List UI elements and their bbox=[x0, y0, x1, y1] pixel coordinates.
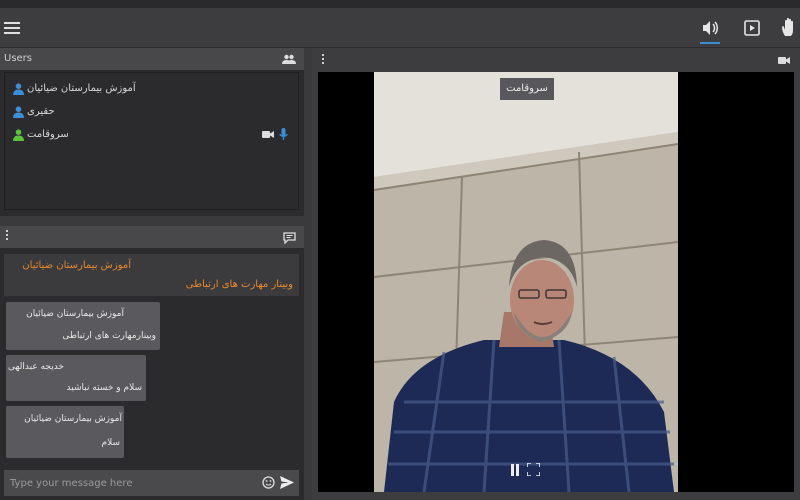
user-row[interactable]: آموزش بیمارستان ضیائیان bbox=[5, 79, 298, 99]
play-media-icon[interactable] bbox=[740, 16, 764, 40]
fullscreen-icon[interactable] bbox=[527, 463, 540, 476]
message-text: سلام و خسته نباشید bbox=[66, 383, 143, 393]
camera-icon[interactable] bbox=[262, 130, 274, 139]
video-panel: سروقامت bbox=[312, 48, 800, 500]
video-options-icon[interactable] bbox=[322, 54, 325, 66]
video-panel-header bbox=[312, 48, 800, 70]
users-panel-header: Users bbox=[0, 48, 304, 70]
chat-session-header: آموزش بیمارستان ضیائیان وبینار مهارت های… bbox=[4, 254, 299, 296]
message-text: سلام bbox=[101, 438, 120, 448]
presenter-video-frame bbox=[374, 72, 678, 492]
chat-header-line2: وبینار مهارت های ارتباطی bbox=[185, 279, 293, 290]
chat-panel: آموزش بیمارستان ضیائیان وبینار مهارت های… bbox=[0, 226, 304, 500]
chat-message: آموزش بیمارستان ضیائیان وبینارمهارت های … bbox=[6, 302, 160, 350]
users-list: آموزش بیمارستان ضیائیان حقیری سروقامت bbox=[4, 72, 299, 210]
video-stage: سروقامت bbox=[318, 72, 794, 492]
chat-icon[interactable] bbox=[283, 232, 296, 244]
message-sender: آموزش بیمارستان ضیائیان bbox=[24, 414, 122, 424]
users-panel-title: Users bbox=[4, 53, 33, 64]
pause-icon[interactable] bbox=[510, 464, 520, 476]
users-group-icon[interactable] bbox=[282, 54, 296, 64]
user-name: آموزش بیمارستان ضیائیان bbox=[27, 83, 136, 94]
user-icon bbox=[13, 83, 24, 95]
presenter-video[interactable]: سروقامت bbox=[374, 72, 678, 492]
microphone-icon[interactable] bbox=[279, 128, 288, 141]
user-icon bbox=[13, 129, 24, 141]
video-camera-icon[interactable] bbox=[778, 56, 790, 65]
chat-panel-header bbox=[0, 226, 304, 248]
user-row[interactable]: سروقامت bbox=[5, 125, 298, 145]
chat-message: آموزش بیمارستان ضیائیان سلام bbox=[6, 406, 124, 458]
chat-message-input[interactable] bbox=[4, 470, 299, 496]
user-icon bbox=[13, 106, 24, 118]
chat-options-icon[interactable] bbox=[6, 230, 9, 242]
top-toolbar bbox=[0, 8, 800, 48]
raise-hand-icon[interactable] bbox=[780, 16, 800, 40]
message-text: وبینارمهارت های ارتباطی bbox=[62, 331, 156, 341]
menu-icon[interactable] bbox=[4, 22, 20, 34]
chat-message: خدیجه عبدالهی سلام و خسته نباشید bbox=[6, 355, 146, 401]
message-sender: خدیجه عبدالهی bbox=[8, 362, 64, 372]
chat-header-line1: آموزش بیمارستان ضیائیان bbox=[22, 260, 131, 271]
user-name: سروقامت bbox=[27, 129, 69, 140]
send-icon[interactable] bbox=[280, 476, 294, 489]
presenter-name-tag: سروقامت bbox=[500, 78, 554, 100]
emoji-icon[interactable] bbox=[262, 476, 275, 489]
users-panel: Users آموزش بیمارستان ضیائیان حقیری سروق… bbox=[0, 48, 304, 216]
chat-messages[interactable]: آموزش بیمارستان ضیائیان وبینارمهارت های … bbox=[4, 302, 299, 462]
audio-icon[interactable] bbox=[698, 16, 722, 44]
window-top-strip bbox=[0, 0, 800, 8]
user-row[interactable]: حقیری bbox=[5, 102, 298, 122]
message-sender: آموزش بیمارستان ضیائیان bbox=[26, 309, 124, 319]
user-name: حقیری bbox=[27, 106, 55, 117]
